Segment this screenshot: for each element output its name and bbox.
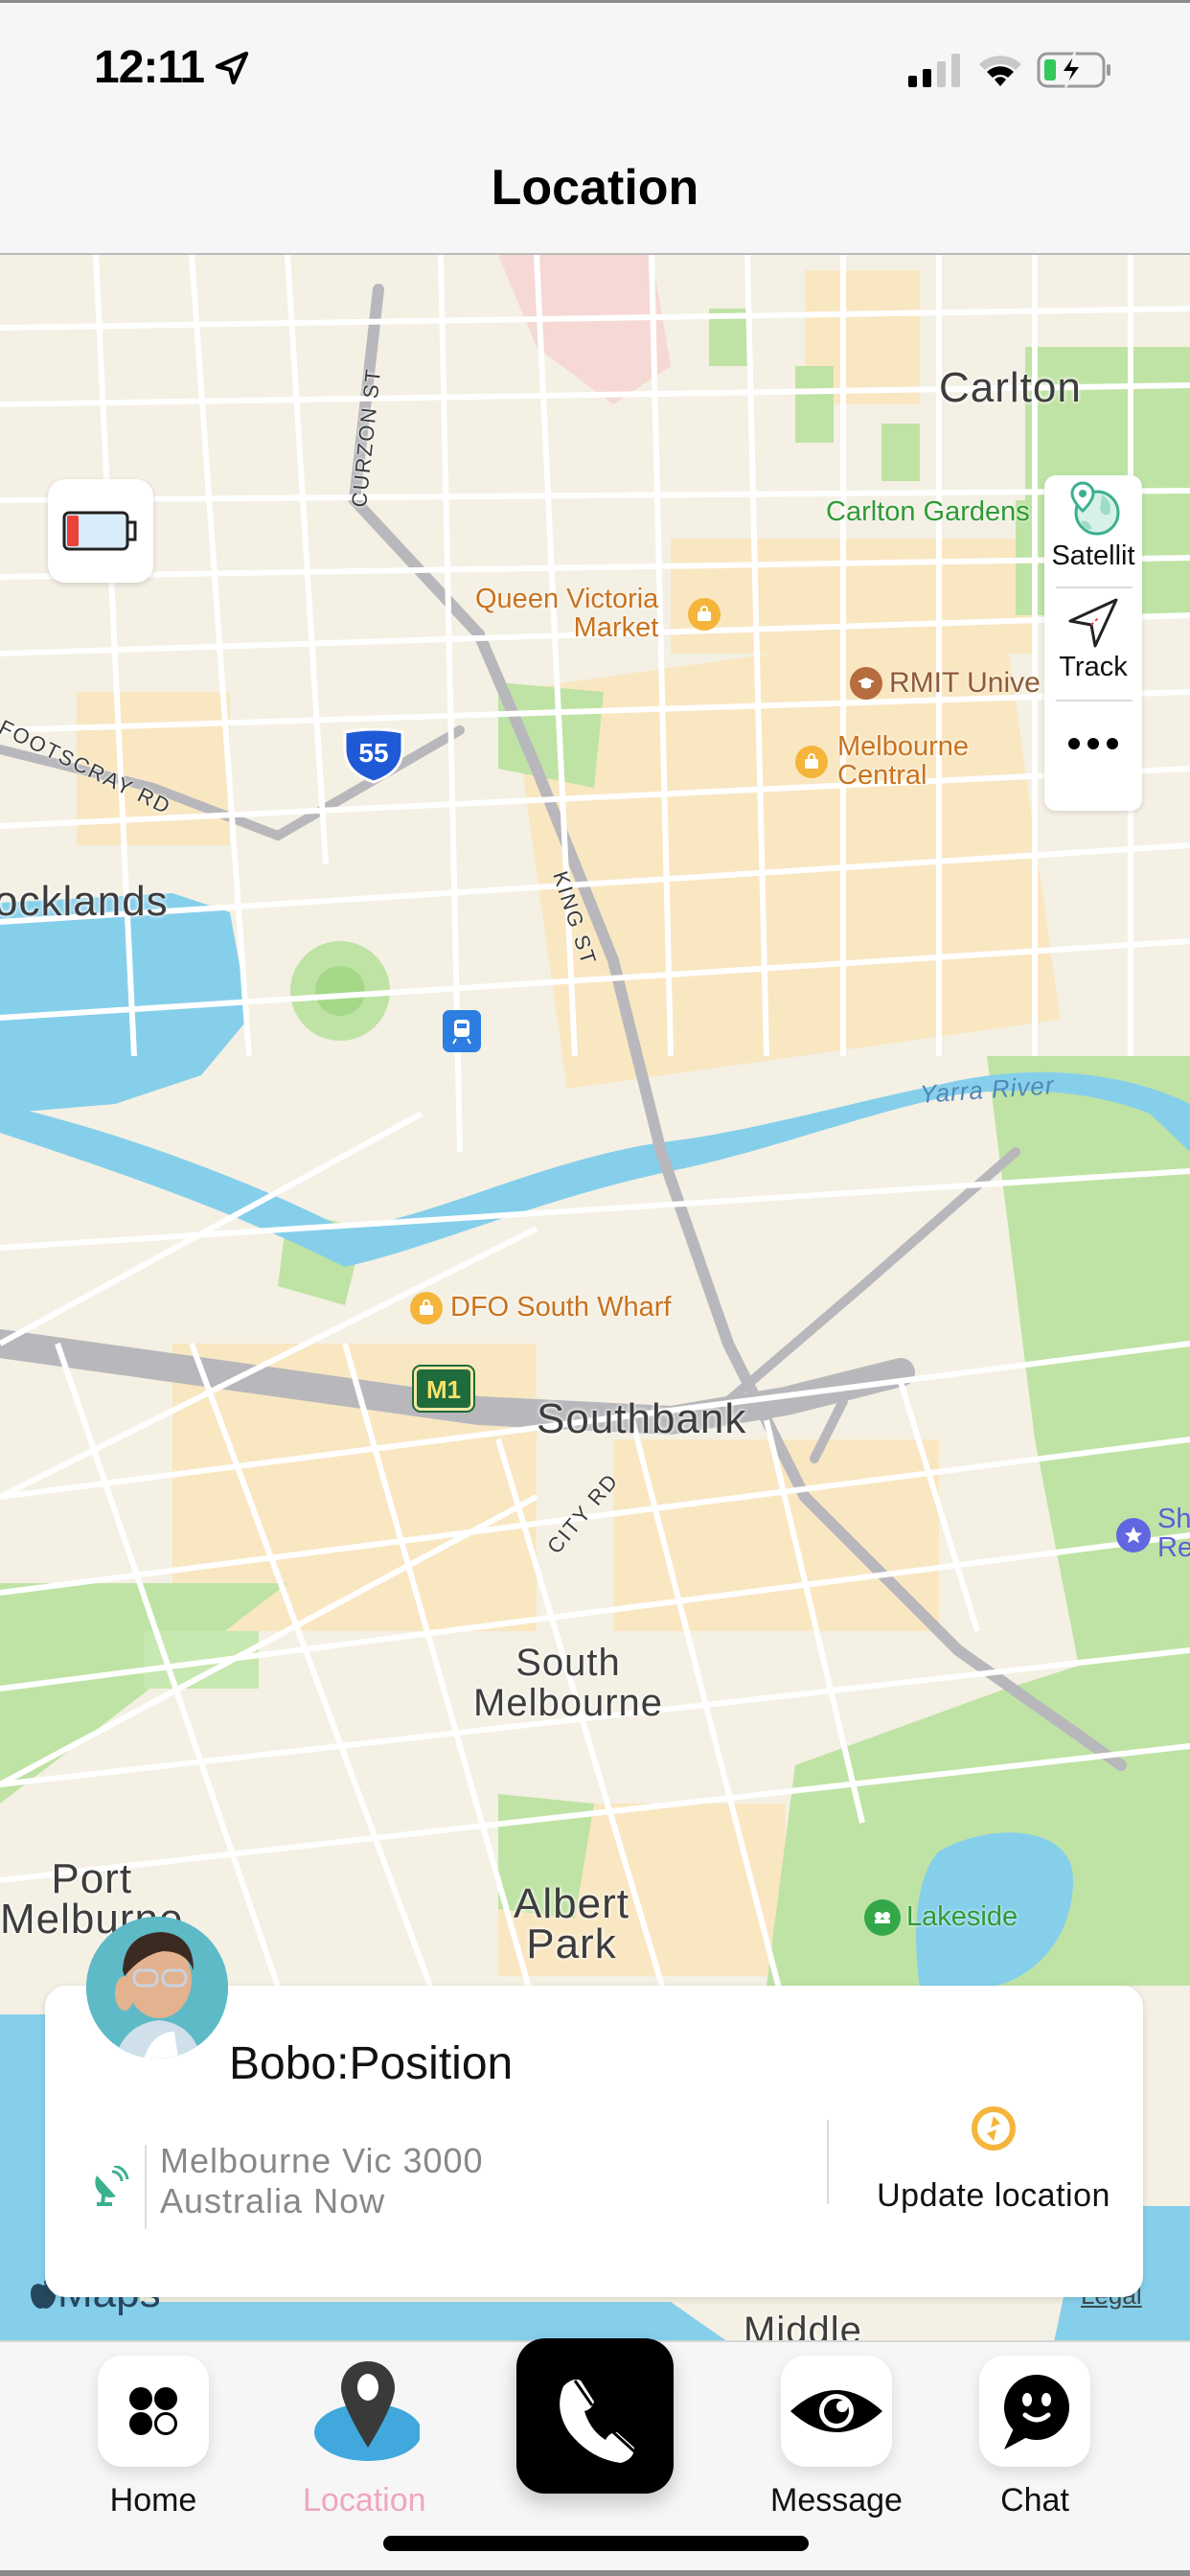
map-label-melbourne-central: Melbourne Central xyxy=(837,731,970,791)
more-dots-icon xyxy=(1068,738,1118,749)
train-station-icon[interactable] xyxy=(443,1010,481,1052)
map-label-dfo-south-wharf: DFO South Wharf xyxy=(450,1292,672,1322)
more-button[interactable] xyxy=(1044,734,1142,753)
tab-message[interactable]: Message xyxy=(770,2342,903,2519)
satellite-button[interactable]: Satellit xyxy=(1044,481,1142,572)
chat-bubble-icon xyxy=(1004,2375,1069,2450)
divider xyxy=(1056,586,1133,588)
divider xyxy=(145,2145,147,2229)
status-time: 12:11 xyxy=(94,42,205,93)
map-label-queen-victoria-market: Queen Victoria Market xyxy=(475,584,659,643)
map-label-lakeside: Lakeside xyxy=(906,1901,1018,1932)
restaurant-icon[interactable] xyxy=(864,1899,901,1936)
page-title: Location xyxy=(491,160,699,216)
call-button[interactable] xyxy=(516,2338,674,2494)
card-title: Bobo:Position xyxy=(229,2038,514,2089)
phone-icon xyxy=(560,2379,636,2463)
map-label-carlton-gardens: Carlton Gardens xyxy=(826,496,1030,527)
map-label-middle: Middle xyxy=(744,2310,862,2340)
location-pin-icon xyxy=(314,2361,421,2461)
tab-message-label: Message xyxy=(770,2482,903,2518)
tab-home-label: Home xyxy=(109,2482,197,2518)
satellite-globe-icon xyxy=(1070,481,1120,536)
refresh-icon xyxy=(972,2106,1016,2150)
home-indicator[interactable] xyxy=(383,2536,809,2551)
status-bar: 12:11 xyxy=(0,0,1190,134)
address-line-1: Melbourne Vic 3000 xyxy=(160,2141,484,2180)
map-tool-panel: Satellit Track xyxy=(1044,475,1142,811)
shopping-bag-icon[interactable] xyxy=(795,746,828,778)
route-shield-55-label: 55 xyxy=(358,738,389,768)
map-label-south-melbourne: South Melbourne xyxy=(473,1642,664,1724)
divider xyxy=(1056,700,1133,702)
track-label: Track xyxy=(1059,652,1128,682)
screen-edge xyxy=(0,2570,1190,2576)
university-icon[interactable] xyxy=(850,667,882,700)
tab-home[interactable]: Home xyxy=(98,2342,209,2519)
card-address: Melbourne Vic 3000 Australia Now xyxy=(160,2141,484,2221)
tab-chat[interactable]: Chat xyxy=(979,2342,1090,2519)
child-avatar-image xyxy=(86,1917,228,2058)
location-arrow-icon xyxy=(215,51,249,85)
route-shield-m1: M1 xyxy=(412,1365,475,1413)
update-location-button[interactable]: Update location xyxy=(850,2104,1137,2215)
map-label-docklands: ocklands xyxy=(0,878,169,925)
device-battery-widget[interactable] xyxy=(48,479,153,583)
address-line-2: Australia Now xyxy=(160,2181,386,2220)
tab-location-label: Location xyxy=(303,2482,426,2518)
route-shield-55: 55 xyxy=(343,727,404,784)
wifi-icon xyxy=(979,56,1021,86)
map-label-albert-park: Albert Park xyxy=(514,1880,629,1967)
update-location-label: Update location xyxy=(877,2177,1110,2214)
map-label-southbank: Southbank xyxy=(537,1395,747,1442)
satellite-antenna-icon xyxy=(95,2166,129,2206)
shopping-bag-icon[interactable] xyxy=(688,598,721,631)
tab-location[interactable]: Location xyxy=(303,2342,426,2519)
map-label-shrine: Sh Re xyxy=(1157,1504,1190,1563)
satellite-label: Satellit xyxy=(1051,540,1135,571)
track-button[interactable]: Track xyxy=(1044,598,1142,683)
eye-icon xyxy=(790,2390,882,2432)
avatar[interactable] xyxy=(86,1917,228,2058)
track-arrow-icon xyxy=(1068,598,1118,648)
map-label-carlton: Carlton xyxy=(939,364,1082,411)
home-dots-icon xyxy=(129,2387,177,2435)
battery-charging-icon xyxy=(1037,52,1110,88)
route-shield-m1-label: M1 xyxy=(425,1375,462,1404)
map-label-rmit: RMIT Unive xyxy=(889,667,1041,699)
landmark-star-icon[interactable] xyxy=(1116,1518,1151,1552)
tab-chat-label: Chat xyxy=(1000,2482,1069,2518)
device-battery-icon xyxy=(62,511,137,551)
cellular-signal-icon xyxy=(908,54,960,87)
divider xyxy=(827,2120,829,2204)
shopping-bag-icon[interactable] xyxy=(410,1292,443,1324)
